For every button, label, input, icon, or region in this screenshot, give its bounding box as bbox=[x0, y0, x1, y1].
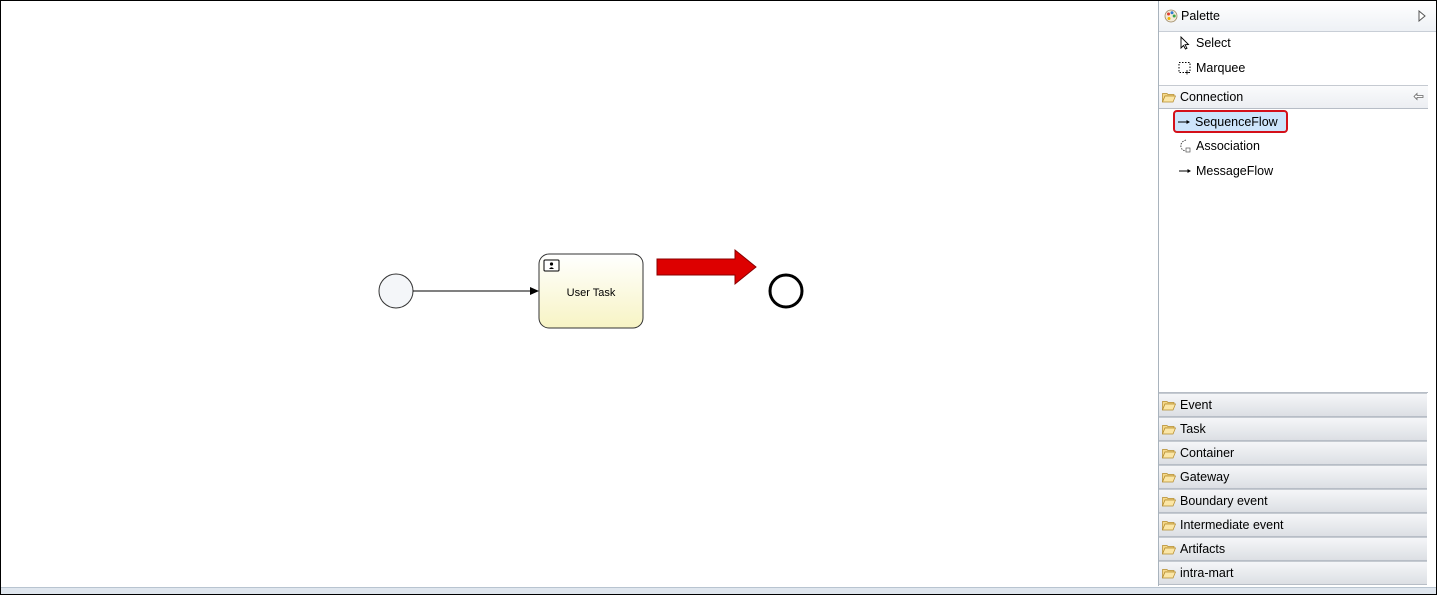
drawer-intra-mart[interactable]: intra-mart bbox=[1159, 561, 1427, 585]
drawer-intra-mart-label: intra-mart bbox=[1180, 566, 1234, 580]
tool-marquee[interactable]: Marquee bbox=[1178, 57, 1245, 79]
tool-association-label: Association bbox=[1196, 139, 1260, 153]
sequence-flow-arrowhead bbox=[530, 287, 539, 295]
tool-select-label: Select bbox=[1196, 36, 1231, 50]
folder-open-icon bbox=[1162, 400, 1176, 410]
drawer-task[interactable]: Task bbox=[1159, 417, 1427, 441]
drawer-event-label: Event bbox=[1180, 398, 1212, 412]
pointer-icon bbox=[1180, 36, 1190, 50]
drawer-container-label: Container bbox=[1180, 446, 1235, 460]
drawer-container[interactable]: Container bbox=[1159, 441, 1427, 465]
end-event[interactable] bbox=[768, 273, 804, 309]
folder-open-icon bbox=[1162, 424, 1176, 434]
drawer-gateway-label: Gateway bbox=[1180, 470, 1230, 484]
drawer-artifacts-label: Artifacts bbox=[1180, 542, 1226, 556]
association-icon bbox=[1180, 139, 1191, 153]
folder-open-icon bbox=[1162, 496, 1176, 506]
user-task-label: User Task bbox=[566, 287, 616, 299]
tool-association[interactable]: Association bbox=[1178, 135, 1260, 157]
diagram-canvas[interactable]: User Task bbox=[1, 1, 1157, 586]
marquee-icon bbox=[1178, 62, 1191, 75]
drawer-intermediate-event[interactable]: Intermediate event bbox=[1159, 513, 1427, 537]
drawer-connection-label: Connection bbox=[1180, 90, 1244, 104]
drawer-task-label: Task bbox=[1180, 422, 1206, 436]
drawer-intermediate-event-label: Intermediate event bbox=[1180, 518, 1284, 532]
folder-open-icon bbox=[1162, 568, 1176, 578]
tool-message-flow-label: MessageFlow bbox=[1196, 164, 1274, 178]
palette-icon bbox=[1164, 9, 1178, 23]
drawer-event[interactable]: Event bbox=[1159, 393, 1427, 417]
arrow-right-icon bbox=[1179, 169, 1191, 173]
tool-select[interactable]: Select bbox=[1178, 32, 1231, 54]
palette-collapse-icon[interactable] bbox=[1418, 10, 1426, 22]
drawer-artifacts[interactable]: Artifacts bbox=[1159, 537, 1427, 561]
tool-message-flow[interactable]: MessageFlow bbox=[1178, 160, 1273, 182]
arrow-right-icon bbox=[1178, 119, 1190, 124]
status-strip bbox=[1, 587, 1436, 594]
folder-open-icon bbox=[1162, 472, 1176, 482]
tool-sequence-flow[interactable]: SequenceFlow bbox=[1173, 110, 1288, 133]
user-task-icon bbox=[543, 259, 560, 272]
drawer-gateway[interactable]: Gateway bbox=[1159, 465, 1427, 489]
folder-open-icon bbox=[1162, 520, 1176, 530]
palette-panel: Palette Select Marquee Connection Sequen… bbox=[1158, 1, 1436, 586]
folder-open-icon bbox=[1162, 92, 1176, 102]
highlight-arrow-icon bbox=[656, 248, 757, 286]
folder-open-icon bbox=[1162, 544, 1176, 554]
tool-sequence-flow-label: SequenceFlow bbox=[1195, 114, 1278, 129]
folder-open-icon bbox=[1162, 448, 1176, 458]
drawer-connection[interactable]: Connection bbox=[1159, 85, 1428, 109]
palette-header: Palette bbox=[1159, 1, 1436, 32]
editor-window: User Task Palette Select Marquee Connect… bbox=[0, 0, 1437, 595]
drawer-boundary-event-label: Boundary event bbox=[1180, 494, 1268, 508]
tool-marquee-label: Marquee bbox=[1196, 61, 1246, 75]
start-event[interactable] bbox=[378, 273, 414, 309]
pin-icon[interactable] bbox=[1413, 92, 1424, 101]
drawer-boundary-event[interactable]: Boundary event bbox=[1159, 489, 1427, 513]
palette-title: Palette bbox=[1181, 9, 1220, 23]
